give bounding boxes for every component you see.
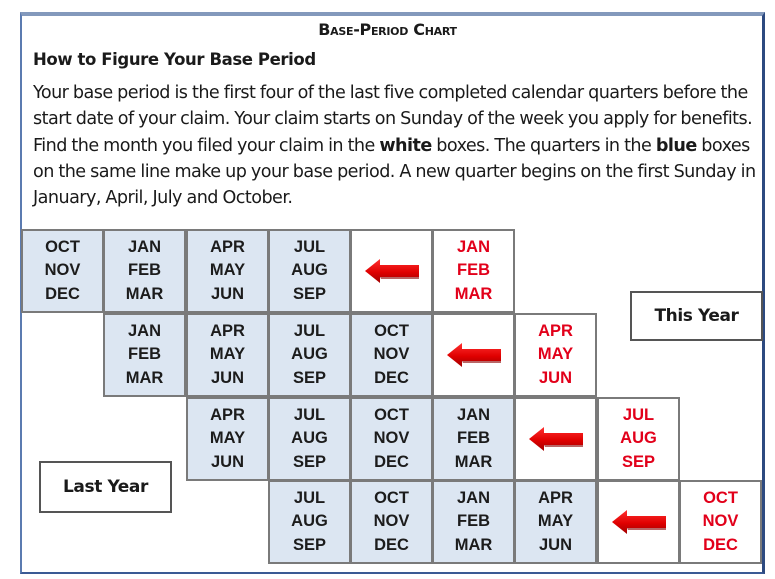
base-quarter-cell: OCT NOV DEC: [350, 313, 433, 397]
month-label: DEC: [703, 535, 738, 554]
claim-quarter-cell: JUL AUG SEP: [597, 397, 680, 481]
last-year-label: Last Year: [39, 461, 172, 513]
base-quarter-cell: OCT NOV DEC: [350, 397, 433, 481]
base-quarter-cell: JAN FEB MAR: [103, 229, 186, 313]
month-label: MAR: [454, 452, 493, 471]
base-quarter-cell: APR MAY JUN: [186, 313, 269, 397]
base-quarter-cell: JUL AUG SEP: [268, 397, 351, 481]
month-label: FEB: [456, 429, 490, 448]
month-label: APR: [538, 488, 573, 507]
month-label: SEP: [292, 284, 326, 303]
month-label: JUL: [622, 405, 655, 424]
month-label: JUN: [538, 535, 572, 554]
month-label: FEB: [127, 345, 161, 364]
base-quarter-cell: JUL AUG SEP: [268, 229, 351, 313]
month-label: OCT: [374, 405, 409, 424]
month-label: JUN: [210, 452, 244, 471]
instructions-text-2: boxes. The quarters in the: [431, 135, 656, 156]
month-label: APR: [538, 321, 573, 340]
month-label: OCT: [45, 237, 80, 256]
month-label: MAR: [125, 284, 164, 303]
base-quarter-cell: JAN FEB MAR: [432, 397, 515, 481]
month-label: NOV: [373, 429, 410, 448]
month-label: JUN: [210, 368, 244, 387]
month-label: MAR: [454, 535, 493, 554]
month-label: AUG: [291, 345, 328, 364]
base-quarter-cell: APR MAY JUN: [186, 397, 269, 481]
arrow-cell: [432, 313, 515, 397]
month-label: DEC: [374, 535, 409, 554]
base-quarter-cell: JAN FEB MAR: [432, 480, 515, 564]
month-label: NOV: [702, 512, 739, 531]
month-label: JUL: [293, 405, 326, 424]
month-label: FEB: [456, 512, 490, 531]
arrow-cell: [350, 229, 433, 313]
month-label: AUG: [291, 512, 328, 531]
left-arrow-icon: [528, 427, 583, 451]
month-label: JAN: [127, 321, 161, 340]
month-label: MAY: [537, 345, 574, 364]
arrow-cell: [514, 397, 597, 481]
month-label: MAY: [209, 429, 246, 448]
month-label: OCT: [374, 488, 409, 507]
month-label: NOV: [44, 261, 81, 280]
claim-quarter-cell: JAN FEB MAR: [432, 229, 515, 313]
month-label: SEP: [621, 452, 655, 471]
month-label: MAY: [537, 512, 574, 531]
month-label: MAR: [454, 284, 493, 303]
base-quarter-cell: OCT NOV DEC: [350, 480, 433, 564]
month-label: OCT: [374, 321, 409, 340]
month-label: AUG: [291, 429, 328, 448]
base-quarter-cell: APR MAY JUN: [514, 480, 597, 564]
month-label: AUG: [291, 261, 328, 280]
month-label: APR: [210, 405, 245, 424]
instructions-paragraph: Your base period is the first four of th…: [33, 80, 763, 211]
month-label: JUL: [293, 237, 326, 256]
chart-title: Base-Period Chart: [318, 20, 457, 39]
section-heading: How to Figure Your Base Period: [33, 50, 316, 69]
left-arrow-icon: [446, 343, 501, 367]
month-label: AUG: [620, 429, 657, 448]
month-label: JUN: [210, 284, 244, 303]
month-label: JUL: [293, 488, 326, 507]
month-label: OCT: [703, 488, 738, 507]
month-label: FEB: [127, 261, 161, 280]
this-year-label: This Year: [630, 291, 763, 341]
month-label: MAY: [209, 345, 246, 364]
month-label: DEC: [45, 284, 80, 303]
month-label: JAN: [456, 237, 490, 256]
month-label: APR: [210, 237, 245, 256]
month-label: SEP: [292, 368, 326, 387]
month-label: JUL: [293, 321, 326, 340]
month-label: JAN: [456, 488, 490, 507]
instructions-bold-white: white: [379, 135, 432, 156]
arrow-cell: [597, 480, 680, 564]
left-arrow-icon: [364, 259, 419, 283]
instructions-bold-blue: blue: [655, 135, 697, 156]
month-label: APR: [210, 321, 245, 340]
month-label: JUN: [538, 368, 572, 387]
base-quarter-cell: JUL AUG SEP: [268, 480, 351, 564]
claim-quarter-cell: OCT NOV DEC: [679, 480, 762, 564]
month-label: DEC: [374, 368, 409, 387]
base-quarter-cell: JUL AUG SEP: [268, 313, 351, 397]
month-label: JAN: [456, 405, 490, 424]
month-label: JAN: [127, 237, 161, 256]
month-label: SEP: [292, 452, 326, 471]
month-label: MAY: [209, 261, 246, 280]
base-quarter-cell: APR MAY JUN: [186, 229, 269, 313]
left-arrow-icon: [611, 510, 666, 534]
month-label: MAR: [125, 368, 164, 387]
base-quarter-cell: OCT NOV DEC: [21, 229, 104, 313]
base-quarter-cell: JAN FEB MAR: [103, 313, 186, 397]
claim-quarter-cell: APR MAY JUN: [514, 313, 597, 397]
month-label: NOV: [373, 512, 410, 531]
month-label: NOV: [373, 345, 410, 364]
month-label: SEP: [292, 535, 326, 554]
month-label: DEC: [374, 452, 409, 471]
month-label: FEB: [456, 261, 490, 280]
